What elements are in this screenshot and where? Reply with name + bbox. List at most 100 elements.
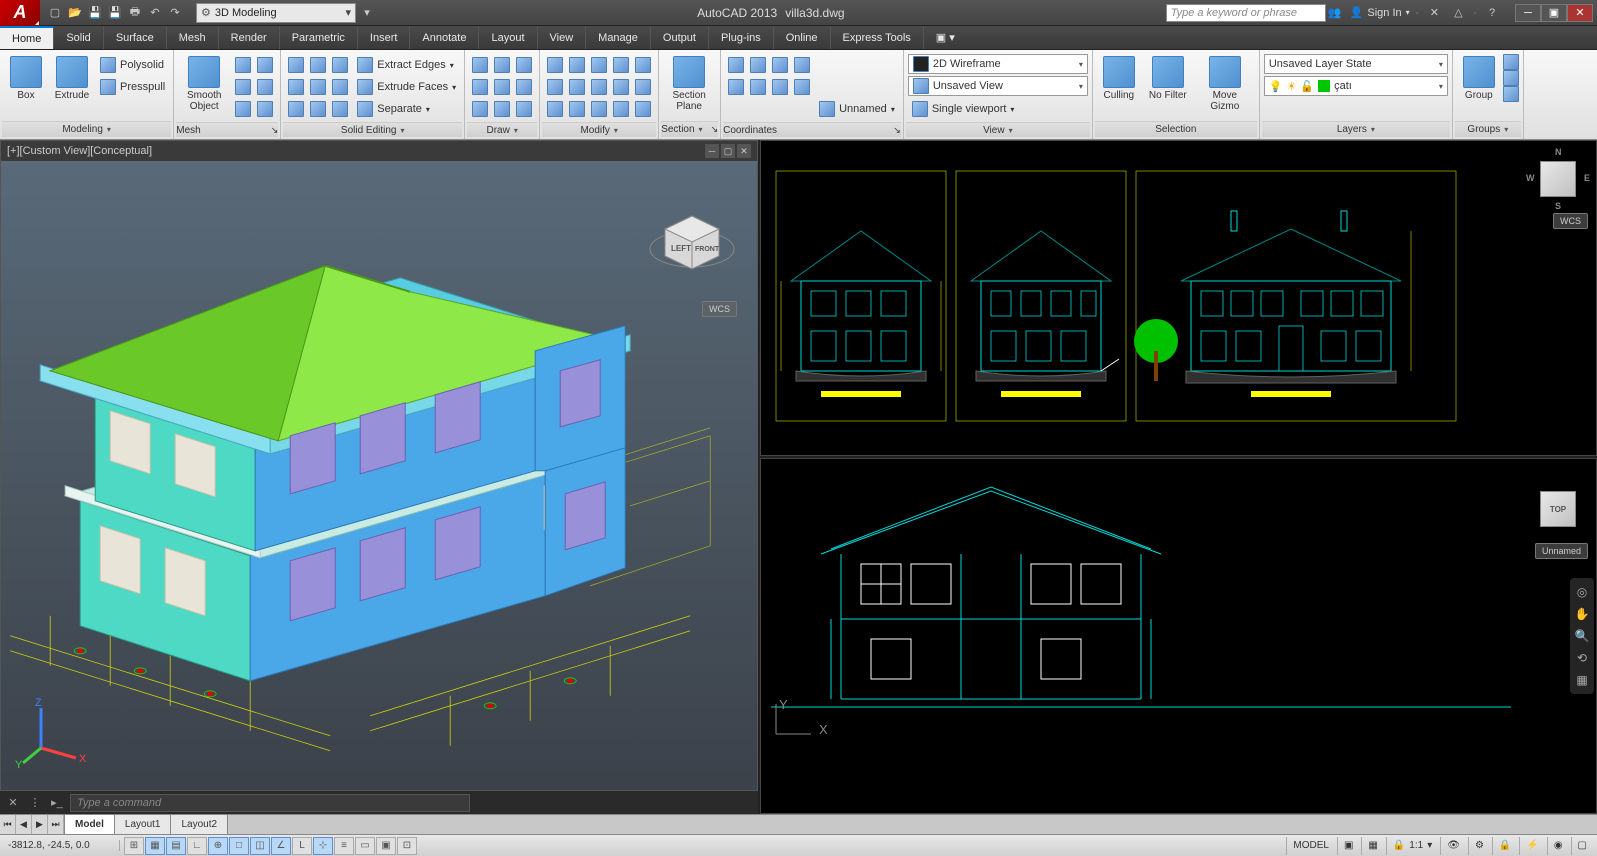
mesh-tool-icon[interactable] <box>232 76 254 98</box>
close-button[interactable]: ✕ <box>1567 4 1593 22</box>
quickview-layouts-icon[interactable]: ▣ <box>1337 837 1359 855</box>
grid-toggle[interactable]: ▤ <box>166 837 186 855</box>
isolate-objects-icon[interactable]: ◉ <box>1547 837 1569 855</box>
panel-modeling-label[interactable]: Modeling▾ <box>2 121 171 137</box>
tab-insert[interactable]: Insert <box>358 26 411 49</box>
viewport-bottom-section[interactable]: TOP Unnamed ◎ ✋ 🔍 ⟲ ▦ <box>760 458 1597 814</box>
viewcube-top-face[interactable]: TOP <box>1540 491 1576 527</box>
extrude-button[interactable]: Extrude <box>50 54 94 103</box>
otrack-toggle[interactable]: ∠ <box>271 837 291 855</box>
snap-toggle[interactable]: ▦ <box>145 837 165 855</box>
qat-more-icon[interactable]: ▾ <box>358 4 376 22</box>
fillet-icon[interactable] <box>566 76 588 98</box>
anno-visibility-icon[interactable]: 👁 <box>1440 837 1466 855</box>
toolbar-lock-icon[interactable]: 🔒 <box>1492 837 1517 855</box>
orbit-icon[interactable]: ⟲ <box>1572 648 1592 668</box>
ucs-icon[interactable] <box>769 54 791 76</box>
3dosnap-toggle[interactable]: ◫ <box>250 837 270 855</box>
mesh-tool-icon[interactable] <box>232 54 254 76</box>
explode-icon[interactable] <box>588 76 610 98</box>
layout-tab-2[interactable]: Layout2 <box>171 815 228 834</box>
ellipse-icon[interactable] <box>513 76 535 98</box>
sc-toggle[interactable]: ⊡ <box>397 837 417 855</box>
ucs-icon[interactable] <box>747 54 769 76</box>
rect-icon[interactable] <box>491 76 513 98</box>
modify-tool-icon[interactable] <box>610 98 632 120</box>
help-icon[interactable]: ? <box>1483 4 1501 22</box>
infocenter-icon[interactable]: 👥 <box>1326 4 1344 22</box>
intersect-icon[interactable] <box>329 54 351 76</box>
anno-scale-button[interactable]: 🔒 1:1 ▾ <box>1386 837 1438 855</box>
coords-readout[interactable]: -3812.8, -24.5, 0.0 <box>0 840 120 851</box>
zoom-icon[interactable]: 🔍 <box>1572 626 1592 646</box>
redo-icon[interactable]: ↷ <box>166 4 184 22</box>
tab-mesh[interactable]: Mesh <box>167 26 219 49</box>
showmotion-icon[interactable]: ▦ <box>1572 670 1592 690</box>
viewcube-3d[interactable]: LEFT FRONT <box>647 201 737 296</box>
tab-annotate[interactable]: Annotate <box>410 26 479 49</box>
tab-online[interactable]: Online <box>774 26 831 49</box>
plot-icon[interactable]: 🖶 <box>126 4 144 22</box>
viewport-top-elevations[interactable]: N S E W WCS <box>760 140 1597 456</box>
hatch-icon[interactable] <box>491 98 513 120</box>
workspace-dropdown[interactable]: ⚙ 3D Modeling ▾ <box>196 3 356 23</box>
hardware-accel-icon[interactable]: ⚡ <box>1519 837 1544 855</box>
solid-tool-icon[interactable] <box>285 76 307 98</box>
dyn-toggle[interactable]: ⊹ <box>313 837 333 855</box>
move-icon[interactable] <box>544 54 566 76</box>
tab-output[interactable]: Output <box>651 26 709 49</box>
ducs-toggle[interactable]: L <box>292 837 312 855</box>
new-icon[interactable]: ▢ <box>46 4 64 22</box>
osnap-toggle[interactable]: □ <box>229 837 249 855</box>
panel-layers-label[interactable]: Layers▾ <box>1262 121 1450 137</box>
ucs-icon[interactable] <box>747 76 769 98</box>
extrude-faces-button[interactable]: Extrude Faces▾ <box>353 76 460 98</box>
panel-solid-editing-label[interactable]: Solid Editing▾ <box>283 122 462 137</box>
layout-tab-model[interactable]: Model <box>65 815 115 834</box>
cmd-handle-icon[interactable]: ⋮ <box>26 794 44 812</box>
viewport-3d-label[interactable]: [+][Custom View][Conceptual] <box>7 145 152 157</box>
panel-modify-label[interactable]: Modify▾ <box>542 122 656 137</box>
tab-layout[interactable]: Layout <box>479 26 537 49</box>
layout-tab-1[interactable]: Layout1 <box>115 815 172 834</box>
qp-toggle[interactable]: ▣ <box>376 837 396 855</box>
ucs-icon[interactable] <box>791 76 813 98</box>
align-icon[interactable] <box>588 98 610 120</box>
solid-tool-icon[interactable] <box>329 76 351 98</box>
layer-dropdown[interactable]: 💡 ☀ 🔓 çatı▾ <box>1264 76 1448 96</box>
viewcube-face[interactable] <box>1540 161 1576 197</box>
ucs-icon[interactable] <box>725 54 747 76</box>
rotate-icon[interactable] <box>566 54 588 76</box>
exchange-icon[interactable]: ✕ <box>1425 4 1443 22</box>
open-icon[interactable]: 📂 <box>66 4 84 22</box>
ungroup-icon[interactable] <box>1503 70 1519 86</box>
viewcube[interactable]: TOP <box>1528 479 1588 539</box>
solid-tool-icon[interactable] <box>307 98 329 120</box>
lwt-toggle[interactable]: ≡ <box>334 837 354 855</box>
tab-manage[interactable]: Manage <box>586 26 651 49</box>
ucs-named-button[interactable]: Unnamed▾ <box>815 98 899 120</box>
smooth-object-button[interactable]: Smooth Object <box>178 54 230 114</box>
maximize-button[interactable]: ▣ <box>1541 4 1567 22</box>
undo-icon[interactable]: ↶ <box>146 4 164 22</box>
presspull-button[interactable]: Presspull <box>96 76 169 98</box>
culling-button[interactable]: Culling <box>1097 54 1141 103</box>
viewcube[interactable]: N S E W <box>1528 149 1588 209</box>
point-icon[interactable] <box>513 98 535 120</box>
visual-style-dropdown[interactable]: 2D Wireframe▾ <box>908 54 1088 74</box>
cmd-close-icon[interactable]: ✕ <box>4 794 22 812</box>
steering-wheel-icon[interactable]: ◎ <box>1572 582 1592 602</box>
panel-view-label[interactable]: View▾ <box>906 122 1090 137</box>
group-button[interactable]: Group <box>1457 54 1501 103</box>
saveas-icon[interactable]: 💾 <box>106 4 124 22</box>
polyline-icon[interactable] <box>491 54 513 76</box>
group-bbox-icon[interactable] <box>1503 86 1519 102</box>
polar-toggle[interactable]: ⊕ <box>208 837 228 855</box>
scale-icon[interactable] <box>632 76 654 98</box>
panel-section-label[interactable]: Section▾↘ <box>661 121 718 137</box>
tab-surface[interactable]: Surface <box>104 26 167 49</box>
line-icon[interactable] <box>469 54 491 76</box>
viewport-3d[interactable]: [+][Custom View][Conceptual] ─ ▢ ✕ LEFT … <box>0 140 758 814</box>
wcs-badge[interactable]: WCS <box>1553 213 1588 229</box>
tab-home[interactable]: Home <box>0 26 54 49</box>
